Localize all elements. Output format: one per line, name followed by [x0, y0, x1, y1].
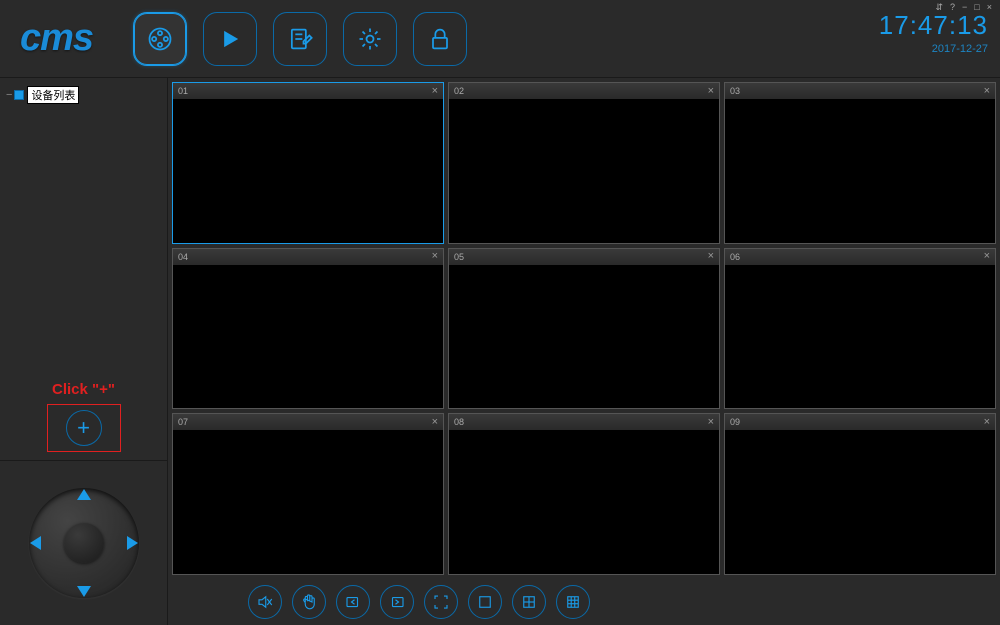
next-icon — [388, 593, 406, 611]
tree-root-item[interactable]: − 设备列表 — [6, 86, 161, 104]
click-hint-label: Click "+" — [52, 381, 115, 398]
add-device-button[interactable]: + — [66, 410, 102, 446]
play-icon — [216, 25, 244, 53]
cell-header: 07 × — [173, 414, 443, 430]
hand-button[interactable] — [292, 585, 326, 619]
bottom-toolbar — [168, 579, 1000, 625]
video-grid: 01 × 02 × 03 × — [168, 78, 1000, 579]
lock-button[interactable] — [413, 12, 467, 66]
video-cell[interactable]: 05 × — [448, 248, 720, 410]
cell-id: 08 — [454, 417, 464, 427]
ptz-control — [24, 483, 144, 603]
layout-4-icon — [520, 593, 538, 611]
film-reel-icon — [146, 25, 174, 53]
video-cell[interactable]: 09 × — [724, 413, 996, 575]
clock-time: 17:47:13 — [879, 10, 988, 41]
layout-4-button[interactable] — [512, 585, 546, 619]
cell-id: 03 — [730, 86, 740, 96]
cell-close-button[interactable]: × — [432, 251, 438, 262]
add-device-area: Click "+" + — [0, 373, 167, 460]
ptz-up-button[interactable] — [77, 489, 91, 500]
layout-9-button[interactable] — [556, 585, 590, 619]
device-tree: − 设备列表 — [0, 78, 167, 373]
fullscreen-icon — [432, 593, 450, 611]
layout-1-button[interactable] — [468, 585, 502, 619]
settings-button[interactable] — [343, 12, 397, 66]
ptz-panel — [0, 460, 167, 625]
video-cell[interactable]: 07 × — [172, 413, 444, 575]
clock-date: 2017-12-27 — [879, 43, 988, 55]
ptz-down-button[interactable] — [77, 586, 91, 597]
main-area: − 设备列表 Click "+" + — [0, 78, 1000, 625]
log-button[interactable] — [273, 12, 327, 66]
hand-icon — [300, 593, 318, 611]
cell-header: 02 × — [449, 83, 719, 99]
cell-id: 09 — [730, 417, 740, 427]
cell-id: 02 — [454, 86, 464, 96]
content-area: 01 × 02 × 03 × — [168, 78, 1000, 625]
cell-close-button[interactable]: × — [432, 417, 438, 428]
video-cell[interactable]: 01 × — [172, 82, 444, 244]
top-bar: ⇵ ? − □ × cms 17:47:13 20 — [0, 0, 1000, 78]
cell-header: 08 × — [449, 414, 719, 430]
video-cell[interactable]: 03 × — [724, 82, 996, 244]
tree-root-label: 设备列表 — [27, 86, 79, 104]
playback-button[interactable] — [203, 12, 257, 66]
video-cell[interactable]: 06 × — [724, 248, 996, 410]
cell-close-button[interactable]: × — [984, 251, 990, 262]
layout-9-icon — [564, 593, 582, 611]
top-nav — [133, 12, 467, 66]
live-view-button[interactable] — [133, 12, 187, 66]
add-highlight-box: + — [47, 404, 121, 452]
mute-button[interactable] — [248, 585, 282, 619]
video-cell[interactable]: 02 × — [448, 82, 720, 244]
video-cell[interactable]: 08 × — [448, 413, 720, 575]
cell-id: 04 — [178, 252, 188, 262]
cell-close-button[interactable]: × — [708, 251, 714, 262]
logo: cms — [20, 17, 93, 60]
ptz-left-button[interactable] — [30, 536, 41, 550]
cell-id: 07 — [178, 417, 188, 427]
clock: 17:47:13 2017-12-27 — [879, 10, 988, 55]
cell-header: 01 × — [173, 83, 443, 99]
lock-icon — [426, 25, 454, 53]
cell-id: 01 — [178, 86, 188, 96]
ptz-right-button[interactable] — [127, 536, 138, 550]
cell-header: 03 × — [725, 83, 995, 99]
cell-close-button[interactable]: × — [984, 417, 990, 428]
prev-page-button[interactable] — [336, 585, 370, 619]
app-window: ⇵ ? − □ × cms 17:47:13 20 — [0, 0, 1000, 625]
cell-header: 06 × — [725, 249, 995, 265]
cell-header: 05 × — [449, 249, 719, 265]
prev-icon — [344, 593, 362, 611]
cell-header: 09 × — [725, 414, 995, 430]
ptz-center-button[interactable] — [64, 523, 104, 563]
next-page-button[interactable] — [380, 585, 414, 619]
cell-close-button[interactable]: × — [432, 86, 438, 97]
cell-header: 04 × — [173, 249, 443, 265]
cell-close-button[interactable]: × — [708, 86, 714, 97]
cell-id: 06 — [730, 252, 740, 262]
fullscreen-button[interactable] — [424, 585, 458, 619]
note-edit-icon — [286, 25, 314, 53]
cell-id: 05 — [454, 252, 464, 262]
cell-close-button[interactable]: × — [984, 86, 990, 97]
video-cell[interactable]: 04 × — [172, 248, 444, 410]
gear-icon — [356, 25, 384, 53]
server-icon — [14, 90, 24, 100]
layout-1-icon — [476, 593, 494, 611]
sidebar: − 设备列表 Click "+" + — [0, 78, 168, 625]
mute-icon — [256, 593, 274, 611]
cell-close-button[interactable]: × — [708, 417, 714, 428]
